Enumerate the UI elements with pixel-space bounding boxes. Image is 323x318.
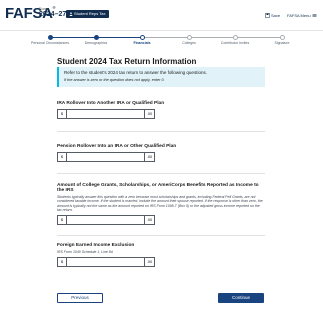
step-dot — [47, 35, 53, 40]
college-grants-field: Amount of College Grants, Scholarships, … — [57, 183, 265, 226]
step-financials[interactable]: Financials — [122, 35, 162, 45]
cents-suffix: .00 — [144, 153, 154, 161]
user-icon — [69, 12, 73, 16]
form-year: 2024–27 — [39, 11, 67, 18]
step-label: Contributor Invites — [220, 41, 250, 45]
field-label: Amount of College Grants, Scholarships, … — [57, 183, 259, 193]
previous-button[interactable]: Previous — [57, 293, 103, 303]
currency-prefix: $ — [58, 153, 67, 161]
step-personal-circumstances[interactable]: Personal Circumstances — [30, 35, 70, 45]
field-help-text: Students typically answer this question … — [57, 195, 263, 212]
step-dot — [279, 35, 285, 40]
currency-prefix: $ — [58, 110, 67, 118]
cents-suffix: .00 — [144, 258, 154, 267]
step-demographics[interactable]: Demographics — [76, 35, 116, 45]
pension-rollover-input[interactable]: $ .00 — [57, 152, 155, 162]
step-dot — [186, 35, 192, 40]
college-grants-input[interactable]: $ .00 — [57, 215, 155, 226]
field-label: Pension Rollover Into an IRA or Other Qu… — [57, 144, 177, 149]
divider — [57, 235, 265, 236]
cents-suffix: .00 — [144, 216, 154, 225]
instructions-box: Refer to the student's 2024 tax return t… — [57, 67, 265, 87]
step-colleges[interactable]: Colleges — [169, 35, 209, 45]
instructions-note: If the answer is zero or the question do… — [64, 78, 165, 82]
continue-button[interactable]: Continue — [218, 293, 264, 303]
ira-rollover-input[interactable]: $ .00 — [57, 109, 155, 119]
fafsa-menu-button[interactable]: FAFSA Menu — [287, 13, 317, 18]
page-title: Student 2024 Tax Return Information — [57, 57, 197, 66]
field-label: Foreign Earned Income Exclusion — [57, 243, 135, 248]
instructions-text: Refer to the student's 2024 tax return t… — [64, 70, 207, 75]
save-icon — [265, 13, 270, 19]
step-label: Colleges — [182, 41, 196, 45]
step-label: Personal Circumstances — [31, 41, 69, 45]
field-label: IRA Rollover Into Another IRA or Qualifi… — [57, 101, 165, 106]
foreign-earned-income-input[interactable]: $ .00 — [57, 257, 155, 268]
app-header: FAFSA® Form 2024–27 Student Reps Tax Sav… — [0, 0, 323, 31]
currency-prefix: $ — [58, 258, 67, 267]
save-button[interactable]: Save — [265, 13, 280, 19]
step-dot — [232, 35, 238, 40]
divider — [57, 131, 265, 132]
field-help-text: IRS Form 1040 Schedule 1, Line 8d — [57, 250, 113, 254]
foreign-earned-income-field: Foreign Earned Income Exclusion IRS Form… — [57, 243, 265, 268]
step-dot — [139, 35, 145, 40]
step-dot — [93, 35, 99, 40]
pension-rollover-field: Pension Rollover Into an IRA or Other Qu… — [57, 144, 265, 162]
step-label: Signature — [274, 41, 290, 45]
step-contributor-invites[interactable]: Contributor Invites — [215, 35, 255, 45]
menu-icon — [312, 14, 317, 18]
role-badge: Student Reps Tax — [66, 10, 109, 18]
divider — [57, 173, 265, 174]
step-label: Demographics — [84, 41, 108, 45]
step-label: Financials — [133, 41, 151, 45]
cents-suffix: .00 — [144, 110, 154, 118]
progress-stepper: Personal Circumstances Demographics Fina… — [31, 35, 289, 49]
step-signature[interactable]: Signature — [262, 35, 302, 45]
stepper-line-remaining — [142, 37, 282, 38]
currency-prefix: $ — [58, 216, 67, 225]
ira-rollover-field: IRA Rollover Into Another IRA or Qualifi… — [57, 101, 265, 119]
